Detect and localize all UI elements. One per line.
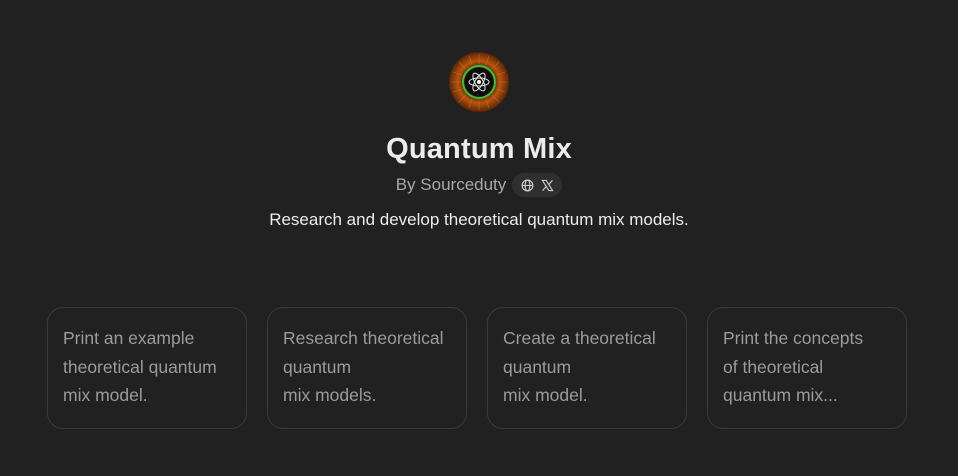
starter-card[interactable]: Research theoretical quantum mix models. xyxy=(267,307,467,429)
starter-card[interactable]: Create a theoretical quantum mix model. xyxy=(487,307,687,429)
starter-text: Research theoretical quantum mix models. xyxy=(283,328,444,405)
gpt-header: Quantum Mix By Sourceduty Research and d… xyxy=(0,52,958,232)
starter-text: Create a theoretical quantum mix model. xyxy=(503,328,656,405)
author-name: By Sourceduty xyxy=(395,175,507,194)
starter-text: Print an example theoretical quantum mix… xyxy=(63,328,217,405)
starter-card[interactable]: Print an example theoretical quantum mix… xyxy=(47,307,247,429)
gpt-title: Quantum Mix xyxy=(386,133,572,165)
globe-icon[interactable] xyxy=(520,178,534,192)
x-logo-icon[interactable] xyxy=(540,178,554,192)
conversation-starters: Print an example theoretical quantum mix… xyxy=(47,307,907,429)
gpt-description: Research and develop theoretical quantum… xyxy=(269,210,689,229)
social-links xyxy=(512,173,563,197)
byline: By Sourceduty xyxy=(396,172,563,198)
starter-card[interactable]: Print the concepts of theoretical quantu… xyxy=(707,307,907,429)
gpt-landing-page: Quantum Mix By Sourceduty Research and d… xyxy=(0,0,958,476)
atom-icon xyxy=(449,52,509,112)
starter-text: Print the concepts of theoretical quantu… xyxy=(723,328,864,405)
